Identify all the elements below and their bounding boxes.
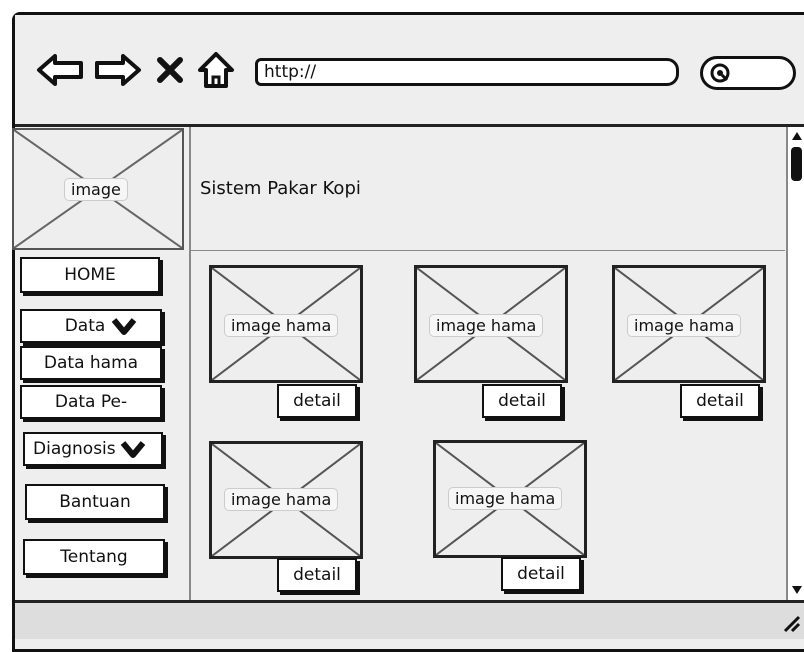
hama-image-placeholder: image hama xyxy=(209,265,363,383)
image-label: image hama xyxy=(627,314,742,337)
resize-grip-icon[interactable] xyxy=(781,613,801,633)
sidebar-item-label: HOME xyxy=(64,265,116,285)
forward-arrow-icon[interactable] xyxy=(92,52,142,88)
hama-image-placeholder: image hama xyxy=(209,441,363,559)
url-input[interactable]: http:// xyxy=(255,58,679,86)
sidebar-item-bantuan[interactable]: Bantuan xyxy=(25,484,165,520)
detail-button-label: detail xyxy=(293,565,341,585)
sidebar-item-tentang[interactable]: Tentang xyxy=(23,539,165,575)
sidebar-item-label: Data Pe- xyxy=(54,392,128,412)
home-icon[interactable] xyxy=(196,50,236,90)
image-label: image hama xyxy=(448,487,563,510)
image-label: image hama xyxy=(224,314,339,337)
back-arrow-icon[interactable] xyxy=(36,52,86,88)
detail-button-label: detail xyxy=(293,391,341,411)
detail-button-label: detail xyxy=(498,391,546,411)
sidebar-item-diagnosis[interactable]: Diagnosis xyxy=(23,432,163,466)
logo-image-label: image xyxy=(64,178,128,201)
sidebar-item-label: Bantuan xyxy=(59,492,131,512)
detail-button[interactable]: detail xyxy=(501,557,581,591)
close-x-icon[interactable] xyxy=(156,56,184,84)
chevron-down-icon xyxy=(120,441,145,458)
image-label: image hama xyxy=(224,488,339,511)
sidebar-item-home[interactable]: HOME xyxy=(20,257,160,293)
hama-image-placeholder: image hama xyxy=(414,265,568,383)
detail-button-label: detail xyxy=(696,391,744,411)
search-field[interactable] xyxy=(700,56,796,90)
sidebar-item-label: Data xyxy=(64,316,106,336)
vertical-scrollbar[interactable] xyxy=(786,127,804,600)
detail-button[interactable]: detail xyxy=(482,384,562,418)
sidebar-item-data-pe[interactable]: Data Pe- xyxy=(20,385,162,419)
image-label: image hama xyxy=(429,314,544,337)
scroll-down-arrow-icon[interactable] xyxy=(789,583,804,597)
detail-button[interactable]: detail xyxy=(680,384,760,418)
hama-image-placeholder: image hama xyxy=(612,265,766,383)
sidebar-item-data-hama[interactable]: Data hama xyxy=(20,346,162,380)
sidebar-item-label: Data hama xyxy=(43,353,139,373)
hama-image-placeholder: image hama xyxy=(433,440,587,558)
sidebar-item-data[interactable]: Data xyxy=(20,309,162,343)
detail-button[interactable]: detail xyxy=(277,384,357,418)
detail-button-label: detail xyxy=(517,564,565,584)
sidebar-item-label: Tentang xyxy=(60,547,128,567)
page-title: Sistem Pakar Kopi xyxy=(200,178,361,199)
sidebar-item-label: Diagnosis xyxy=(33,439,116,459)
scroll-thumb[interactable] xyxy=(791,147,802,181)
chevron-down-icon xyxy=(111,318,137,335)
search-icon xyxy=(710,63,730,83)
detail-button[interactable]: detail xyxy=(277,558,357,592)
status-bar xyxy=(15,600,804,639)
logo-image-placeholder: image xyxy=(12,128,184,250)
scroll-up-arrow-icon[interactable] xyxy=(789,129,804,143)
